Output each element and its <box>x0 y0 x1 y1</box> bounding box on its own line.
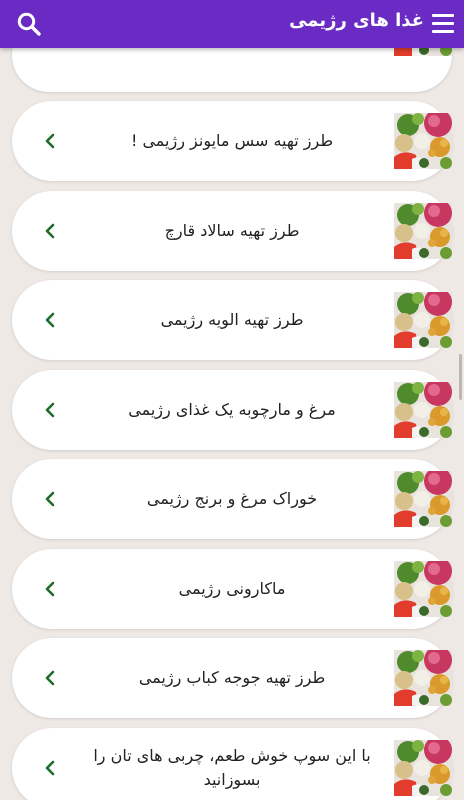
list-item[interactable]: مرغ و مارچوبه یک غذای رژیمی <box>12 369 452 450</box>
food-thumbnail <box>394 471 452 527</box>
list-item-title: طرز تهیه جوجه کباب رژیمی <box>138 668 326 687</box>
chevron-left-icon[interactable] <box>42 222 60 240</box>
food-thumbnail <box>394 202 452 259</box>
chevron-left-icon[interactable] <box>42 669 60 687</box>
chevron-left-icon[interactable] <box>42 759 60 777</box>
food-thumbnail <box>394 560 452 617</box>
list-item[interactable]: با این سوپ خوش طعم، چربی های تان را بسوز… <box>12 727 452 800</box>
food-thumbnail <box>394 113 452 169</box>
food-thumbnail <box>394 650 452 706</box>
list-item-title: طرز تهیه سالاد قارچ <box>164 220 300 240</box>
list-item-title: خوراک مرغ و برنج رژیمی <box>146 489 318 508</box>
food-thumbnail <box>394 292 452 348</box>
chevron-left-icon[interactable] <box>42 311 60 329</box>
scrollbar[interactable] <box>459 354 462 400</box>
list-item-title: ماکارونی رژیمی <box>178 578 286 598</box>
chevron-left-icon[interactable] <box>42 580 60 598</box>
list-item-partial[interactable] <box>12 48 452 92</box>
recipe-list[interactable]: طرز تهیه سس مایونز رژیمی ! طرز تهیه سالاد… <box>0 48 464 800</box>
list-item-title: طرز تهیه الویه رژیمی <box>160 310 304 329</box>
list-item[interactable]: طرز تهیه سس مایونز رژیمی ! <box>12 101 452 181</box>
search-icon[interactable] <box>16 11 42 37</box>
chevron-left-icon[interactable] <box>42 401 60 419</box>
list-item[interactable]: طرز تهیه سالاد قارچ <box>12 190 452 271</box>
salad-thumbnail <box>394 48 452 56</box>
list-item[interactable]: ماکارونی رژیمی <box>12 548 452 629</box>
chevron-left-icon[interactable] <box>42 490 60 508</box>
list-item-title: با این سوپ خوش طعم، چربی های تان را بسوز… <box>93 745 371 789</box>
list-item[interactable]: طرز تهیه الویه رژیمی <box>12 280 452 360</box>
list-item-title: طرز تهیه سس مایونز رژیمی ! <box>130 131 334 150</box>
list-item[interactable]: طرز تهیه جوجه کباب رژیمی <box>12 638 452 718</box>
hamburger-menu-icon[interactable] <box>432 14 454 34</box>
food-thumbnail <box>394 739 452 796</box>
food-thumbnail <box>394 381 452 438</box>
app-bar: غذا های رژیمی <box>0 0 464 48</box>
app-title: غذا های رژیمی <box>289 10 424 31</box>
chevron-left-icon[interactable] <box>42 132 60 150</box>
list-item[interactable]: خوراک مرغ و برنج رژیمی <box>12 459 452 539</box>
list-item-title: مرغ و مارچوبه یک غذای رژیمی <box>128 399 336 419</box>
